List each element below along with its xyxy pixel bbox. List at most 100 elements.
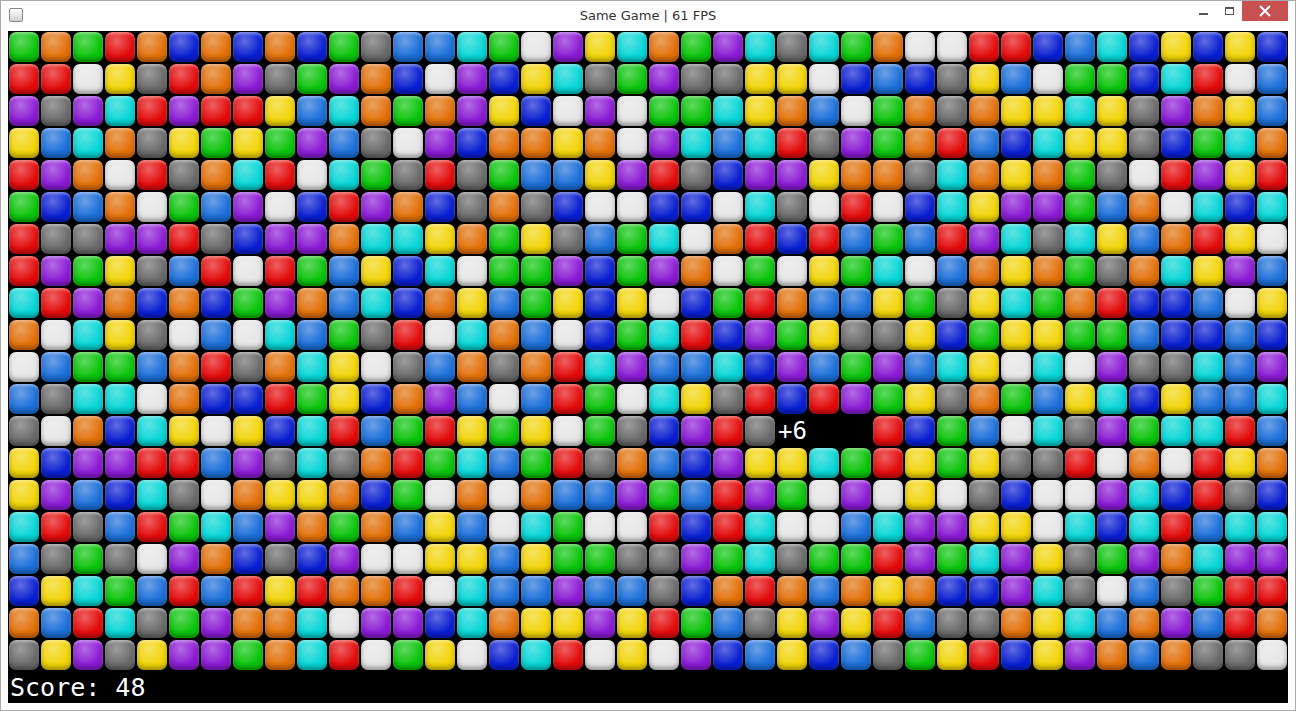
tile-cell[interactable]	[1000, 447, 1032, 479]
tile[interactable]	[649, 352, 679, 382]
tile-cell[interactable]	[1224, 383, 1256, 415]
tile-cell[interactable]	[808, 479, 840, 511]
tile[interactable]	[329, 352, 359, 382]
tile[interactable]	[1065, 160, 1095, 190]
tile[interactable]	[681, 416, 711, 446]
tile[interactable]	[329, 416, 359, 446]
tile-cell[interactable]	[392, 223, 424, 255]
tile-cell[interactable]	[904, 63, 936, 95]
tile[interactable]	[553, 576, 583, 606]
tile[interactable]	[1033, 32, 1063, 62]
tile[interactable]	[713, 576, 743, 606]
tile-cell[interactable]	[1160, 95, 1192, 127]
tile[interactable]	[297, 384, 327, 414]
tile-cell[interactable]	[1096, 127, 1128, 159]
tile[interactable]	[617, 64, 647, 94]
tile[interactable]	[137, 608, 167, 638]
tile[interactable]	[1097, 320, 1127, 350]
tile[interactable]	[713, 416, 743, 446]
tile[interactable]	[969, 576, 999, 606]
tile-cell[interactable]	[584, 191, 616, 223]
tile-cell[interactable]	[200, 223, 232, 255]
tile[interactable]	[489, 640, 519, 670]
tile[interactable]	[1129, 384, 1159, 414]
tile[interactable]	[393, 480, 423, 510]
tile[interactable]	[1225, 480, 1255, 510]
tile-cell[interactable]	[1160, 223, 1192, 255]
tile[interactable]	[1097, 416, 1127, 446]
tile-cell[interactable]	[1064, 159, 1096, 191]
tile[interactable]	[297, 160, 327, 190]
tile-cell[interactable]	[1064, 191, 1096, 223]
tile-cell[interactable]	[552, 607, 584, 639]
tile-cell[interactable]	[712, 159, 744, 191]
tile[interactable]	[169, 96, 199, 126]
tile-cell[interactable]	[1064, 415, 1096, 447]
tile[interactable]	[777, 448, 807, 478]
tile[interactable]	[617, 160, 647, 190]
tile-cell[interactable]	[296, 575, 328, 607]
tile[interactable]	[201, 352, 231, 382]
tile[interactable]	[1129, 544, 1159, 574]
tile[interactable]	[1097, 480, 1127, 510]
tile-cell[interactable]	[232, 607, 264, 639]
tile[interactable]	[201, 480, 231, 510]
tile[interactable]	[1097, 288, 1127, 318]
tile-cell[interactable]	[104, 511, 136, 543]
tile-cell[interactable]	[136, 607, 168, 639]
tile[interactable]	[1225, 512, 1255, 542]
tile[interactable]	[681, 288, 711, 318]
tile-cell[interactable]	[680, 63, 712, 95]
tile-cell[interactable]	[136, 415, 168, 447]
tile-cell[interactable]	[776, 639, 808, 671]
tile[interactable]	[1129, 640, 1159, 670]
tile-cell[interactable]	[1160, 63, 1192, 95]
tile[interactable]	[873, 128, 903, 158]
tile-cell[interactable]	[712, 255, 744, 287]
tile-cell[interactable]	[136, 63, 168, 95]
tile[interactable]	[1193, 448, 1223, 478]
tile-cell[interactable]	[1032, 159, 1064, 191]
tile[interactable]	[937, 128, 967, 158]
tile-cell[interactable]	[8, 95, 40, 127]
tile-cell[interactable]	[72, 127, 104, 159]
tile[interactable]	[1257, 416, 1287, 446]
tile[interactable]	[1097, 128, 1127, 158]
tile-cell[interactable]	[840, 159, 872, 191]
tile-cell[interactable]	[360, 575, 392, 607]
tile[interactable]	[1257, 544, 1287, 574]
tile-cell[interactable]	[1128, 543, 1160, 575]
tile-cell[interactable]	[616, 511, 648, 543]
tile-cell[interactable]	[232, 351, 264, 383]
tile[interactable]	[905, 288, 935, 318]
tile-cell[interactable]	[808, 287, 840, 319]
tile[interactable]	[457, 160, 487, 190]
tile[interactable]	[425, 384, 455, 414]
tile-cell[interactable]	[8, 607, 40, 639]
tile-cell[interactable]	[1064, 383, 1096, 415]
tile-cell[interactable]	[264, 511, 296, 543]
tile-cell[interactable]	[136, 255, 168, 287]
tile[interactable]	[169, 416, 199, 446]
tile-cell[interactable]	[1160, 159, 1192, 191]
tile-cell[interactable]	[616, 319, 648, 351]
tile-cell[interactable]	[776, 479, 808, 511]
tile[interactable]	[489, 192, 519, 222]
tile[interactable]	[457, 128, 487, 158]
tile-cell[interactable]	[200, 255, 232, 287]
tile[interactable]	[1065, 416, 1095, 446]
tile-cell[interactable]	[392, 191, 424, 223]
tile-cell[interactable]	[264, 415, 296, 447]
tile[interactable]	[1161, 480, 1191, 510]
tile-cell[interactable]	[1128, 383, 1160, 415]
tile[interactable]	[585, 160, 615, 190]
tile[interactable]	[489, 288, 519, 318]
tile[interactable]	[393, 32, 423, 62]
tile-cell[interactable]	[840, 543, 872, 575]
tile-cell[interactable]	[456, 63, 488, 95]
tile[interactable]	[617, 416, 647, 446]
tile[interactable]	[361, 256, 391, 286]
tile-cell[interactable]	[296, 479, 328, 511]
tile[interactable]	[905, 224, 935, 254]
tile-cell[interactable]	[424, 31, 456, 63]
